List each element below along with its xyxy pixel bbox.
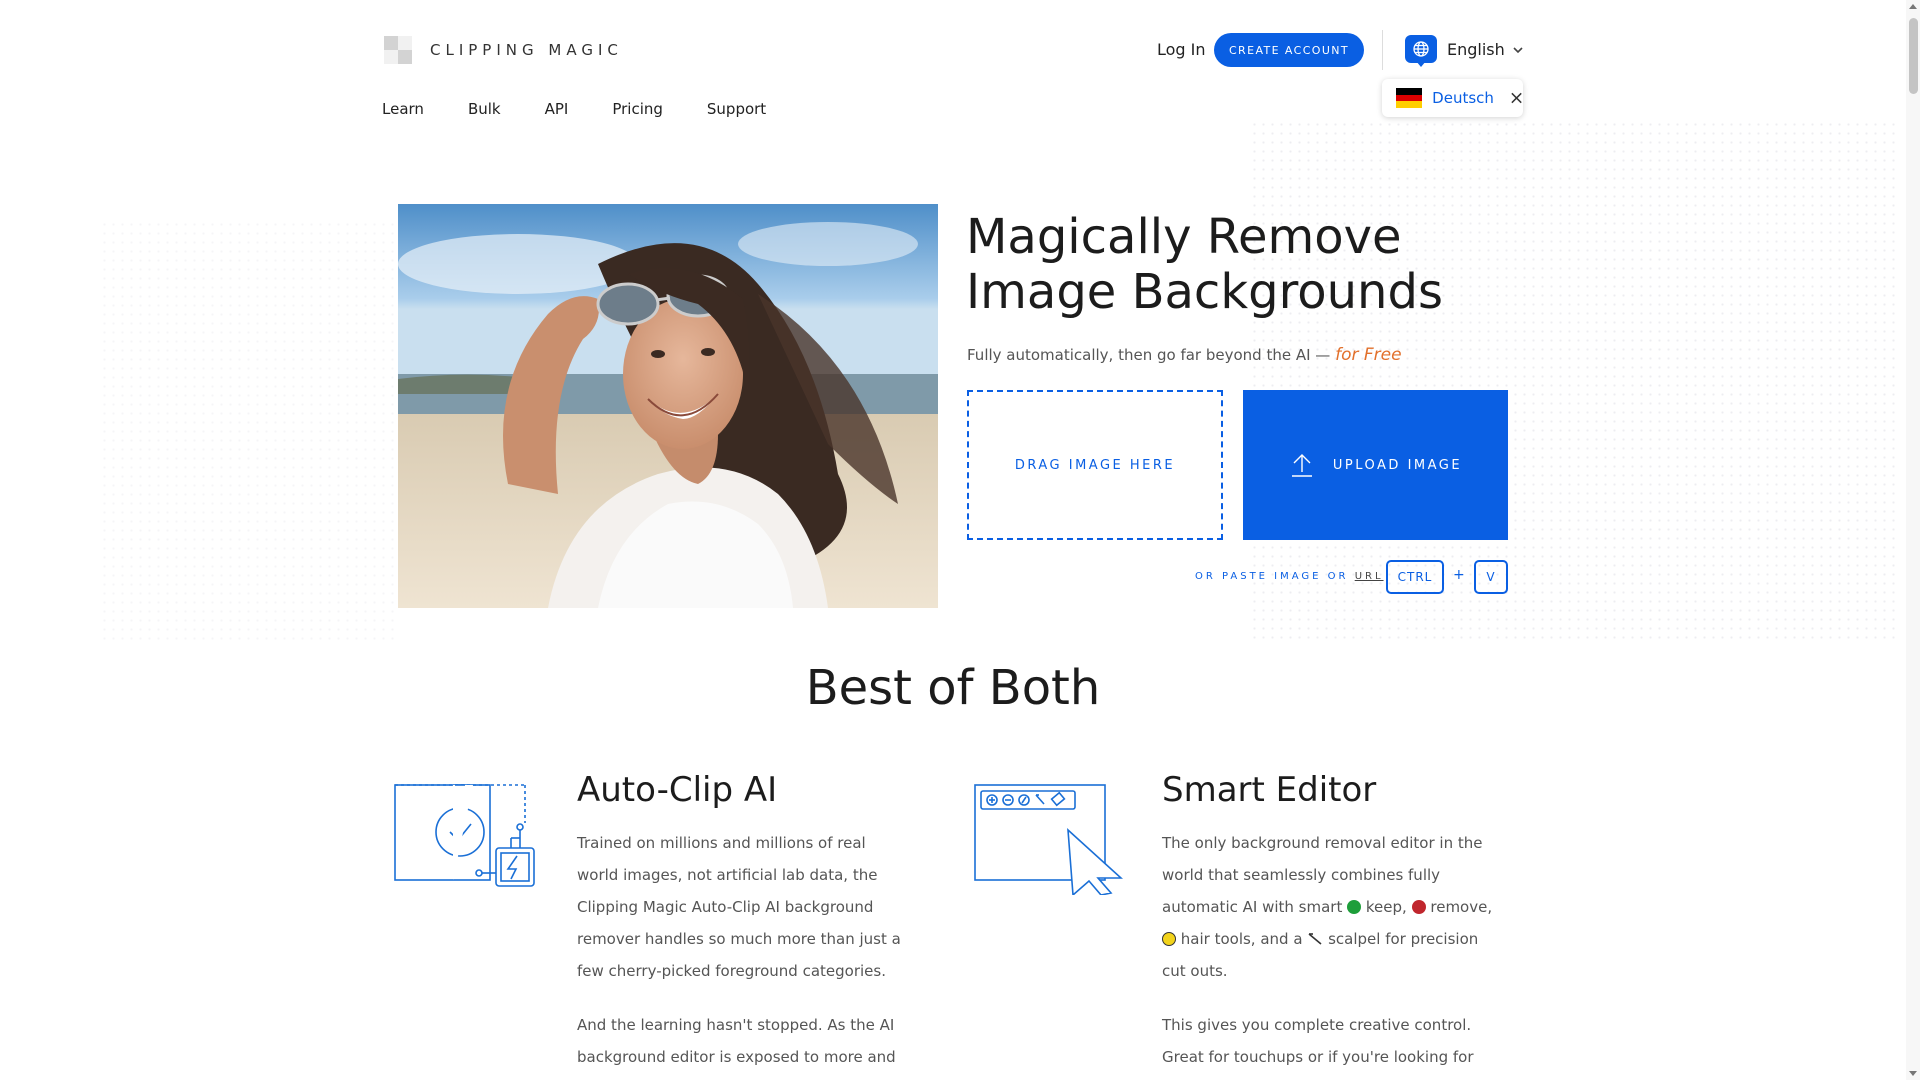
feature-text-auto-clip: Trained on millions and millions of real… (577, 834, 901, 980)
nav-item-api[interactable]: API (545, 100, 569, 118)
logo-icon (382, 34, 414, 66)
editor-text-hair: hair tools, and a (1180, 930, 1303, 948)
editor-text-remove: remove, (1430, 898, 1493, 916)
scrollbar-thumb[interactable] (1909, 18, 1918, 94)
key-plus: + (1453, 567, 1465, 583)
background-pattern (1250, 120, 1900, 640)
scrollbar[interactable] (1906, 0, 1920, 1080)
scalpel-icon (1308, 933, 1322, 945)
login-link[interactable]: Log In (1157, 40, 1206, 59)
scroll-up-icon[interactable] (1909, 4, 1917, 9)
header-divider (1382, 30, 1383, 70)
feature-text-smart-editor: The only background removal editor in th… (1162, 827, 1497, 987)
nav-item-learn[interactable]: Learn (382, 100, 424, 118)
feature-text-smart-editor-2: This gives you complete creative control… (1162, 1016, 1474, 1066)
upload-image-button[interactable]: UPLOAD IMAGE (1243, 390, 1508, 540)
ctrl-key: CTRL (1386, 560, 1444, 594)
hero-image (398, 204, 938, 608)
section-title: Best of Both (805, 660, 1101, 716)
hero-subtitle-emphasis: for Free (1335, 345, 1402, 365)
keep-tool-icon (1347, 900, 1362, 914)
close-icon[interactable] (1510, 91, 1523, 105)
editor-text-keep: keep, (1365, 898, 1407, 916)
drag-drop-zone[interactable]: DRAG IMAGE HERE (967, 390, 1223, 540)
brand-name: CLIPPING MAGIC (430, 41, 623, 59)
v-key: V (1474, 560, 1508, 594)
nav-item-support[interactable]: Support (707, 100, 766, 118)
hero-title: Magically Remove Image Backgrounds (966, 209, 1443, 320)
upload-arrow-icon (1291, 454, 1312, 477)
scroll-down-icon[interactable] (1909, 1071, 1917, 1076)
background-pattern-left (100, 220, 400, 640)
german-flag-icon (1396, 88, 1423, 109)
chevron-down-icon (1513, 46, 1523, 53)
paste-hint-text: OR PASTE IMAGE OR (1195, 571, 1349, 582)
remove-tool-icon (1411, 900, 1426, 914)
language-label: English (1447, 40, 1505, 59)
page: CLIPPING MAGIC Learn Bulk API Pricing Su… (0, 0, 1920, 1080)
paste-hint: OR PASTE IMAGE OR URL (1195, 571, 1384, 582)
nav-item-pricing[interactable]: Pricing (612, 100, 663, 118)
hero-subtitle-text: Fully automatically, then go far beyond … (967, 346, 1331, 364)
feature-title-smart-editor: Smart Editor (1162, 770, 1377, 810)
globe-icon[interactable] (1405, 35, 1437, 63)
language-suggestion-popup: Deutsch (1382, 79, 1523, 117)
auto-clip-ai-icon (394, 784, 535, 887)
nav-item-bulk[interactable]: Bulk (468, 100, 501, 118)
language-selector[interactable]: English (1447, 40, 1523, 59)
create-account-button[interactable]: CREATE ACCOUNT (1214, 33, 1364, 67)
language-suggestion-link[interactable]: Deutsch (1432, 89, 1494, 107)
upload-image-label: UPLOAD IMAGE (1332, 457, 1463, 473)
smart-editor-icon (974, 784, 1123, 895)
main-nav: Learn Bulk API Pricing Support (382, 100, 766, 118)
globe-pointer (1416, 61, 1426, 67)
feature-title-auto-clip: Auto-Clip AI (577, 770, 778, 810)
paste-url-link[interactable]: URL (1355, 571, 1384, 582)
hair-tool-icon (1162, 932, 1176, 946)
hero-subtitle: Fully automatically, then go far beyond … (967, 345, 1402, 365)
feature-text-auto-clip-2: And the learning hasn't stopped. As the … (577, 1016, 896, 1066)
brand-logo[interactable]: CLIPPING MAGIC (382, 34, 623, 66)
